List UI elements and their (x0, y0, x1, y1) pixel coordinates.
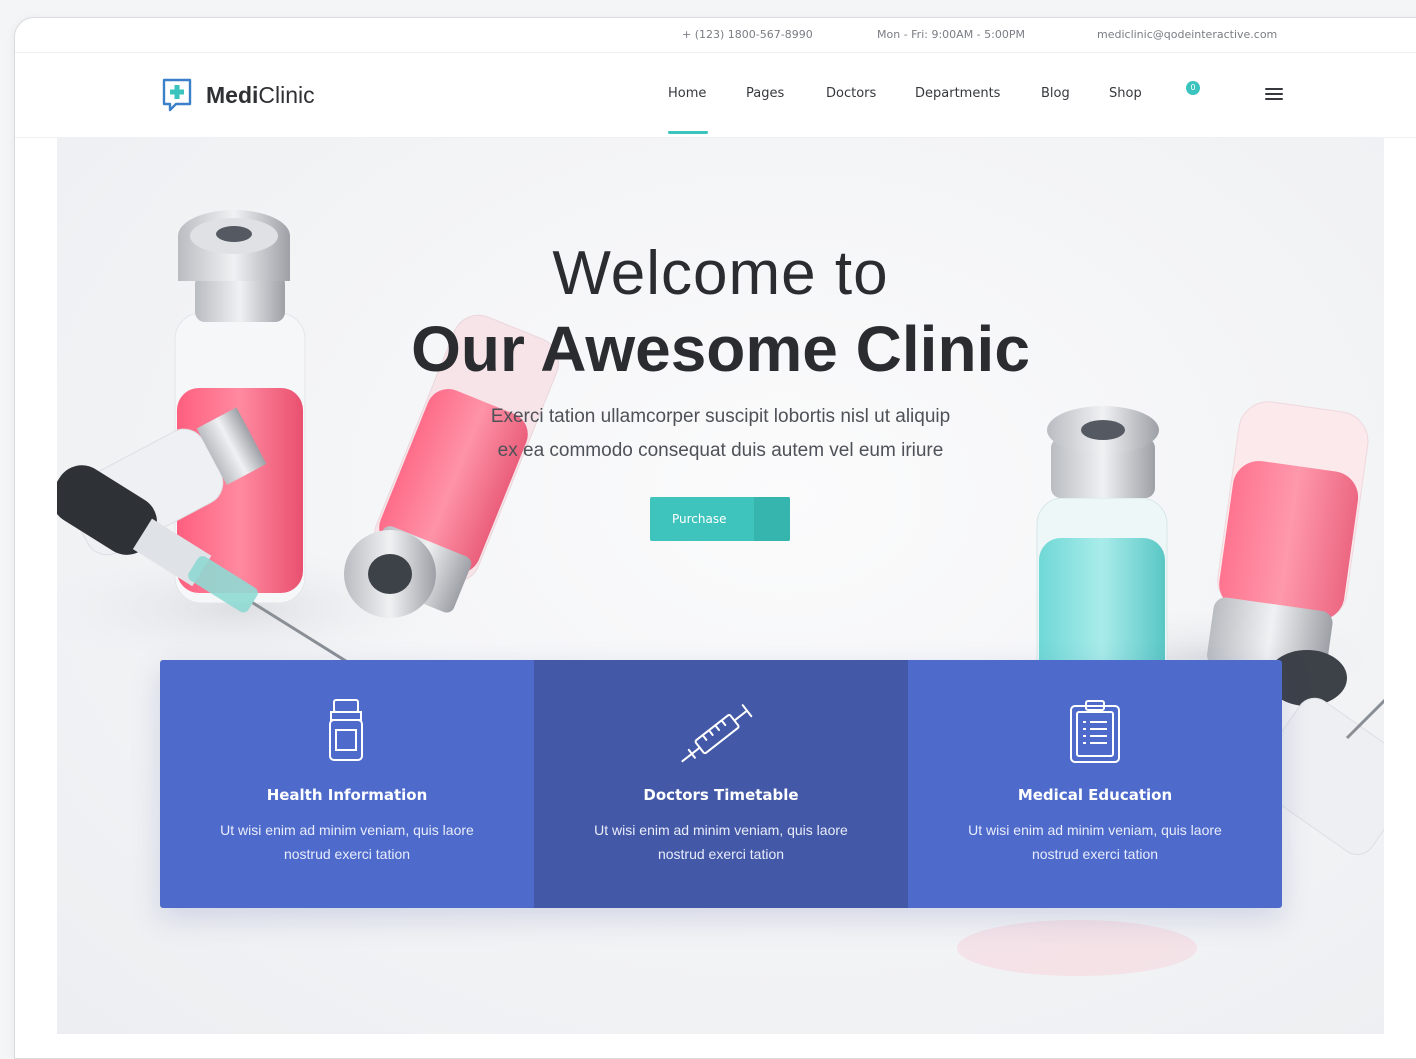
medicine-bottle-icon (329, 699, 363, 761)
hero-title-line1: Welcome to (552, 239, 889, 308)
site-header: MediClinic Home Pages Doctors Department… (15, 53, 1416, 138)
feature-title: Health Information (266, 786, 428, 804)
feature-health-information[interactable]: Health Information Ut wisi enim ad minim… (160, 660, 534, 908)
purchase-button[interactable]: Purchase (650, 497, 790, 541)
feature-text: Ut wisi enim ad minim veniam, quis laore… (594, 822, 848, 862)
feature-text: Ut wisi enim ad minim veniam, quis laore… (968, 822, 1222, 862)
syringe-icon (681, 704, 753, 763)
hero-section: Welcome to Our Awesome Clinic Exerci tat… (57, 138, 1384, 1034)
contact-email[interactable]: mediclinic@qodeinteractive.com (1097, 28, 1277, 41)
hero-title-line2: Our Awesome Clinic (411, 313, 1030, 385)
nav-home[interactable]: Home (668, 86, 706, 101)
top-info-bar: + (123) 1800-567-8990 Mon - Fri: 9:00AM … (15, 18, 1416, 53)
nav-doctors[interactable]: Doctors (826, 86, 876, 101)
nav-active-indicator (668, 131, 708, 134)
feature-text: Ut wisi enim ad minim veniam, quis laore… (220, 822, 474, 862)
features-panel: Health Information Ut wisi enim ad minim… (160, 660, 1282, 908)
main-nav: Home Pages Doctors Departments Blog Shop… (15, 53, 1416, 137)
browser-frame: + (123) 1800-567-8990 Mon - Fri: 9:00AM … (14, 17, 1416, 1059)
nav-departments[interactable]: Departments (915, 86, 1000, 101)
nav-pages[interactable]: Pages (746, 86, 784, 101)
hamburger-menu-icon[interactable] (1265, 88, 1283, 102)
feature-title: Medical Education (1017, 786, 1173, 804)
feature-title: Doctors Timetable (643, 786, 799, 804)
phone-number[interactable]: + (123) 1800-567-8990 (682, 28, 813, 41)
feature-doctors-timetable[interactable]: Doctors Timetable Ut wisi enim ad minim … (534, 660, 908, 908)
opening-hours: Mon - Fri: 9:00AM - 5:00PM (877, 28, 1025, 41)
nav-blog[interactable]: Blog (1041, 86, 1070, 101)
nav-shop[interactable]: Shop (1109, 86, 1142, 101)
hero-description: Exerci tation ullamcorper suscipit lobor… (490, 406, 951, 461)
clipboard-icon (1070, 700, 1120, 763)
cart-count-badge[interactable]: 0 (1186, 81, 1200, 95)
feature-medical-education[interactable]: Medical Education Ut wisi enim ad minim … (908, 660, 1282, 908)
